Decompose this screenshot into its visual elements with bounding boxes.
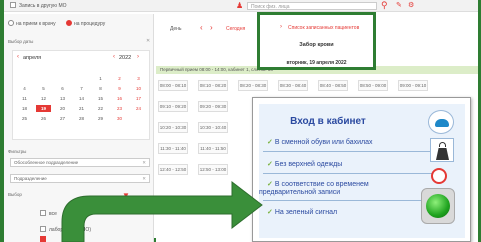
arrow-shape bbox=[61, 180, 263, 242]
pointer-arrow-icon bbox=[61, 180, 263, 242]
